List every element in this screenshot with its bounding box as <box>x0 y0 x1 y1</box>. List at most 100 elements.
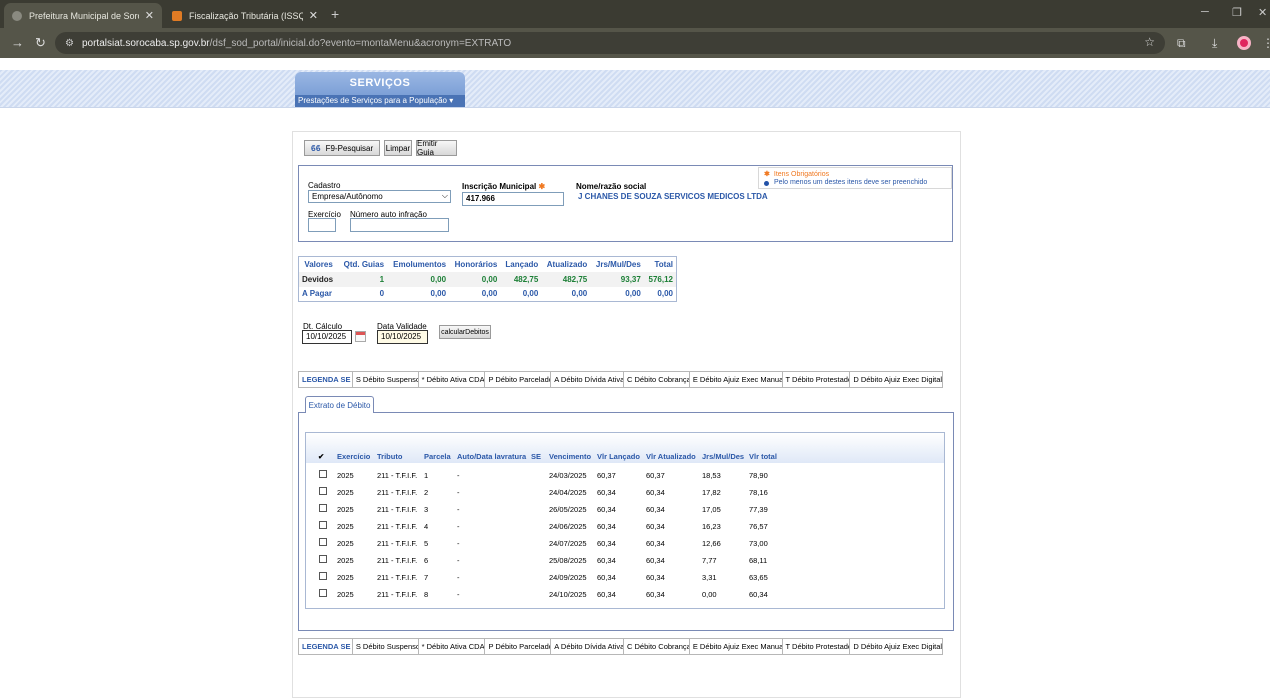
table-cell: 12,66 <box>702 539 721 548</box>
legend-item: P Débito Parcelado <box>485 639 552 654</box>
table-cell: 60,34 <box>646 522 665 531</box>
emit-guide-button[interactable]: Emitir Guia <box>416 139 457 157</box>
select-all-check-icon[interactable]: ✔ <box>318 452 324 461</box>
services-menu[interactable]: SERVIÇOS Prestações de Serviços para a P… <box>295 72 465 107</box>
bookmark-star-icon[interactable]: ☆ <box>1144 35 1155 49</box>
table-cell: 60,34 <box>597 539 616 548</box>
exercicio-input[interactable] <box>308 218 336 232</box>
row-checkbox[interactable] <box>319 555 327 563</box>
calculate-debts-button[interactable]: calcularDebitos <box>439 325 491 339</box>
close-window-icon[interactable]: ✕ <box>1258 6 1267 19</box>
table-cell: 2025 <box>337 590 354 599</box>
table-cell: 211 - T.F.I.F. <box>377 522 418 531</box>
new-tab-icon[interactable]: + <box>331 6 339 22</box>
services-title: SERVIÇOS <box>349 77 411 89</box>
table-cell: - <box>457 471 460 480</box>
legend-item: S Débito Suspenso <box>353 372 419 387</box>
summary-cell: 0,00 <box>522 289 539 299</box>
download-icon[interactable]: ⤓ <box>1212 36 1217 51</box>
calc-date-input[interactable]: 10/10/2025 <box>302 330 352 344</box>
table-cell: 2025 <box>337 556 354 565</box>
browser-toolbar: → ↻ ⚙ portalsiat.sorocaba.sp.gov.br/dsf_… <box>0 28 1270 58</box>
profile-avatar[interactable] <box>1237 36 1251 50</box>
forward-icon[interactable]: → <box>11 35 24 50</box>
nome-value: J CHANES DE SOUZA SERVICOS MEDICOS LTDA <box>578 192 768 201</box>
tab-title: Fiscalização Tributária (ISSQN e <box>189 10 303 21</box>
inscricao-label: Inscrição Municipal ✱ <box>462 182 546 191</box>
row-checkbox[interactable] <box>319 487 327 495</box>
cadastro-select[interactable]: Empresa/Autônomo ⌵ <box>308 190 451 203</box>
extensions-icon[interactable]: ⧉ <box>1177 36 1186 51</box>
close-tab-icon[interactable]: ✕ <box>309 9 318 22</box>
site-favicon-icon <box>172 10 182 21</box>
clear-button[interactable]: Limpar <box>384 140 412 156</box>
table-cell: 211 - T.F.I.F. <box>377 539 418 548</box>
row-checkbox[interactable] <box>319 470 327 478</box>
summary-cell: 0,00 <box>571 289 588 299</box>
close-tab-icon[interactable]: ✕ <box>145 9 154 22</box>
legend-strip-bottom: LEGENDA SE S Débito Suspenso * Débito At… <box>298 638 943 655</box>
restore-icon[interactable]: ❐ <box>1232 6 1242 19</box>
table-cell: 211 - T.F.I.F. <box>377 590 418 599</box>
row-checkbox[interactable] <box>319 538 327 546</box>
table-cell: 60,34 <box>646 539 665 548</box>
column-header: Exercício <box>337 452 371 461</box>
required-hint-box: ✱ Itens Obrigatórios Pelo menos um destes… <box>758 167 952 189</box>
table-cell: 5 <box>424 539 429 548</box>
table-cell: 25/08/2025 <box>549 556 587 565</box>
binoculars-icon: ϐϐ <box>310 143 321 153</box>
summary-cell: 0,00 <box>449 271 501 287</box>
menu-icon[interactable]: ⋮ <box>1262 36 1270 50</box>
summary-header: Atualizado <box>546 259 588 269</box>
inscricao-input[interactable]: 417.966 <box>462 192 564 206</box>
table-cell: 60,34 <box>646 556 665 565</box>
table-cell: 18,53 <box>702 471 721 480</box>
table-cell: 24/09/2025 <box>549 573 587 582</box>
summary-cell: 482,75 <box>500 271 542 287</box>
summary-header: Total <box>654 259 673 269</box>
browser-tab-active[interactable]: Prefeitura Municipal de Sorocaba ✕ <box>4 3 162 28</box>
cadastro-label: Cadastro <box>308 181 341 190</box>
summary-cell: A Pagar <box>302 289 332 299</box>
site-info-icon[interactable]: ⚙ <box>65 38 74 49</box>
legend-item: LEGENDA SE <box>299 372 353 387</box>
services-subtitle[interactable]: Prestações de Serviços para a População … <box>295 95 465 107</box>
table-cell: 24/10/2025 <box>549 590 587 599</box>
legend-item: P Débito Parcelado <box>485 372 552 387</box>
legend-strip-top: LEGENDA SE S Débito Suspenso * Débito At… <box>298 371 943 388</box>
minimize-icon[interactable]: ─ <box>1201 6 1209 18</box>
summary-header: Valores <box>304 259 333 269</box>
auto-infracao-input[interactable] <box>350 218 449 232</box>
tab-extrato-debito[interactable]: Extrato de Débito <box>305 396 374 413</box>
table-cell: 60,37 <box>597 471 616 480</box>
row-checkbox[interactable] <box>319 589 327 597</box>
table-cell: 76,57 <box>749 522 768 531</box>
table-cell: 60,34 <box>646 488 665 497</box>
address-bar[interactable]: ⚙ portalsiat.sorocaba.sp.gov.br/dsf_sod_… <box>55 32 1165 54</box>
row-checkbox[interactable] <box>319 504 327 512</box>
table-cell: 17,82 <box>702 488 721 497</box>
valid-date-input[interactable]: 10/10/2025 <box>377 330 428 344</box>
table-cell: 60,34 <box>597 505 616 514</box>
summary-row-a-pagar: A Pagar 0 0,00 0,00 0,00 0,00 0,00 0,00 <box>299 287 677 302</box>
legend-item: C Débito Cobrança <box>624 639 690 654</box>
table-cell: 17,05 <box>702 505 721 514</box>
browser-tab[interactable]: Fiscalização Tributária (ISSQN e ✕ <box>164 3 326 28</box>
legend-item: E Débito Ajuiz Exec Manual <box>690 639 783 654</box>
row-checkbox[interactable] <box>319 521 327 529</box>
row-checkbox[interactable] <box>319 572 327 580</box>
summary-header: Honorários <box>454 259 498 269</box>
calendar-icon[interactable] <box>355 331 366 342</box>
reload-icon[interactable]: ↻ <box>35 35 46 51</box>
table-cell: 68,11 <box>749 556 768 565</box>
table-cell: 8 <box>424 590 429 599</box>
required-star-icon: ✱ <box>764 171 770 178</box>
table-cell: - <box>457 539 460 548</box>
search-button[interactable]: ϐϐ F9-Pesquisar <box>304 140 380 156</box>
table-cell: 60,34 <box>646 505 665 514</box>
summary-cell: 0,00 <box>430 289 447 299</box>
table-cell: 60,37 <box>646 471 665 480</box>
legend-item: E Débito Ajuiz Exec Manual <box>690 372 783 387</box>
header-band <box>0 70 1270 108</box>
table-cell: 2025 <box>337 573 354 582</box>
